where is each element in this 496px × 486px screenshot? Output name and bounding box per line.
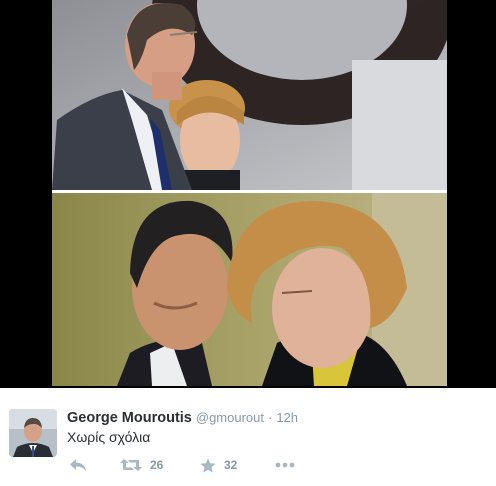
display-name[interactable]: George Mouroutis — [67, 410, 192, 426]
retweet-count: 26 — [150, 458, 164, 472]
favorite-count: 32 — [224, 458, 238, 472]
media-photo-bottom[interactable] — [52, 193, 447, 386]
reply-icon — [70, 459, 86, 471]
tweet: George Mouroutis @gmourout · 12h Χωρίς σχόλ… — [0, 388, 496, 486]
tweet-header: George Mouroutis @gmourout · 12h — [67, 408, 298, 427]
avatar-image — [9, 409, 57, 457]
retweet-icon — [120, 459, 142, 471]
reply-button[interactable] — [69, 455, 87, 475]
more-dots-icon — [275, 462, 295, 468]
user-handle[interactable]: @gmourout — [196, 410, 264, 425]
photo-bottom-image — [52, 193, 447, 386]
star-icon — [200, 458, 216, 472]
favorite-button[interactable]: 32 — [200, 455, 237, 475]
tweet-actions: 26 32 — [67, 455, 327, 475]
photo-top-image — [52, 0, 447, 190]
tweet-media[interactable] — [0, 0, 496, 388]
tweet-text: Χωρίς σχόλια — [67, 429, 151, 445]
more-button[interactable] — [275, 455, 295, 475]
tweet-page: George Mouroutis @gmourout · 12h Χωρίς σχόλ… — [0, 0, 496, 486]
avatar[interactable] — [9, 409, 57, 457]
tweet-timestamp[interactable]: 12h — [276, 410, 298, 425]
header-separator: · — [268, 410, 273, 425]
media-photo-top[interactable] — [52, 0, 447, 190]
retweet-button[interactable]: 26 — [120, 455, 163, 475]
